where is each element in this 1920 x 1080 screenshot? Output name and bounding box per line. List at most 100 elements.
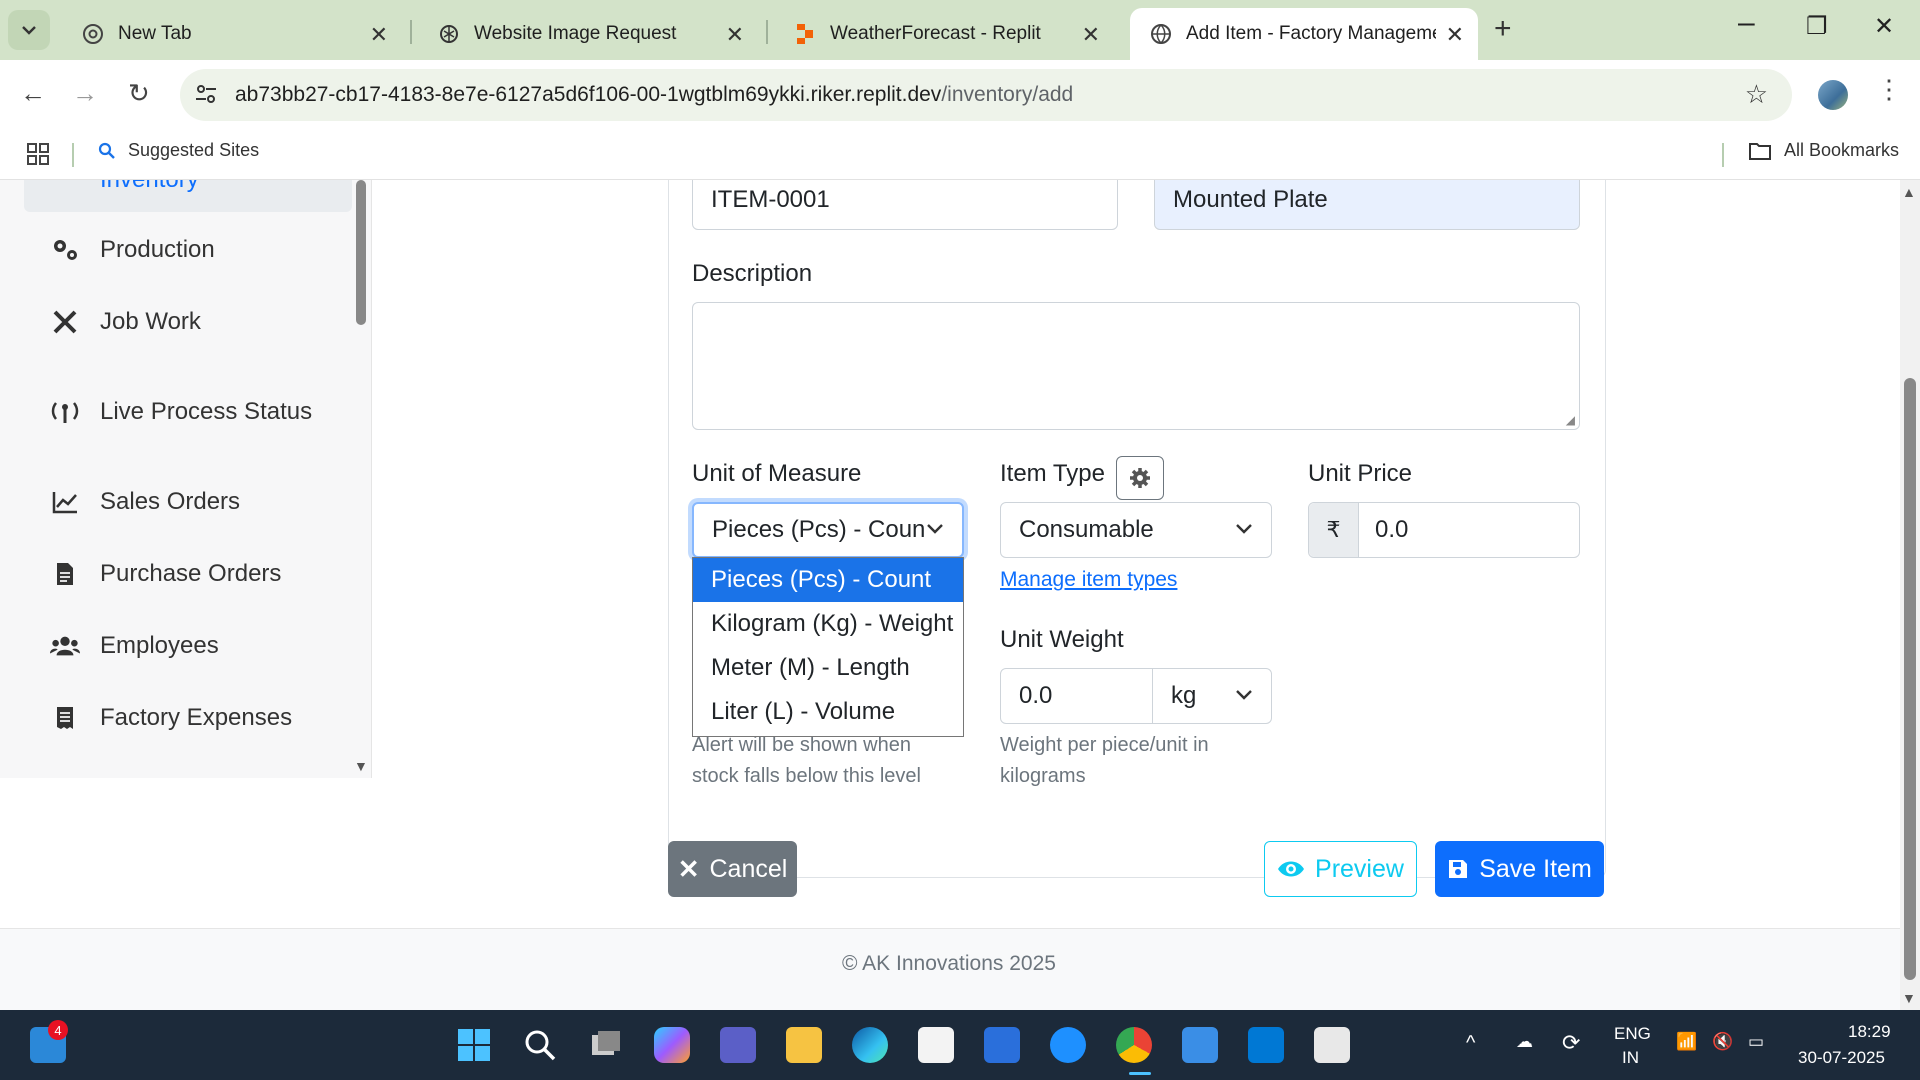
tab-website-image-request[interactable]: Website Image Request ✕ (418, 8, 758, 60)
uom-option[interactable]: Kilogram (Kg) - Weight (693, 602, 963, 646)
description-label: Description (692, 260, 813, 287)
help-icon[interactable] (1050, 1027, 1086, 1063)
cancel-button[interactable]: ✕ Cancel (668, 841, 797, 897)
sidebar-scrollbar[interactable] (356, 180, 366, 325)
unit-weight-unit-value: kg (1171, 682, 1197, 709)
sidebar-item-inventory[interactable]: Inventory (24, 180, 352, 212)
language-bottom[interactable]: IN (1622, 1048, 1639, 1068)
apps-grid-icon[interactable] (26, 142, 50, 171)
scroll-up-arrow-icon[interactable]: ▲ (1902, 184, 1916, 200)
teams-icon[interactable] (720, 1027, 756, 1063)
chevron-down-icon (1236, 690, 1252, 700)
scroll-down-arrow-icon[interactable]: ▼ (1902, 990, 1916, 1006)
windows-taskbar: 4 ^ ☁ ⟳ ENG IN 📶 🔇 ▭ 18:29 30-07-2025 (0, 1010, 1920, 1080)
search-icon (98, 142, 115, 159)
manage-item-types-link[interactable]: Manage item types (1000, 568, 1177, 592)
sidebar-item-employees[interactable]: Employees (50, 632, 219, 660)
openai-icon (438, 23, 460, 45)
currency-addon: ₹ (1309, 503, 1359, 557)
file-explorer-icon[interactable] (786, 1027, 822, 1063)
bookmark-suggested-sites[interactable]: Suggested Sites (98, 140, 259, 161)
uom-option[interactable]: Meter (M) - Length (693, 646, 963, 690)
window-close-icon[interactable]: ✕ (1874, 12, 1894, 41)
uom-option[interactable]: Liter (L) - Volume (693, 690, 963, 734)
description-textarea[interactable]: ◢ (692, 302, 1580, 430)
item-type-select[interactable]: Consumable (1000, 502, 1272, 558)
close-icon[interactable]: ✕ (1446, 22, 1464, 48)
tab-weatherforecast[interactable]: WeatherForecast - Replit ✕ (774, 8, 1114, 60)
onedrive-icon[interactable]: ☁ (1516, 1032, 1533, 1052)
clock-date[interactable]: 30-07-2025 (1798, 1048, 1885, 1068)
close-icon: ✕ (677, 853, 700, 884)
sidebar-item-sales-orders[interactable]: Sales Orders (50, 488, 240, 516)
store-icon[interactable] (918, 1027, 954, 1063)
unit-weight-group: 0.0 kg (1000, 668, 1272, 724)
bookmark-label: All Bookmarks (1784, 140, 1900, 160)
sidebar-item-label: Purchase Orders (100, 560, 282, 587)
windows-start-icon[interactable] (456, 1027, 492, 1063)
unit-price-input[interactable]: 0.0 (1359, 503, 1579, 557)
browser-menu-icon[interactable]: ⋮ (1876, 74, 1902, 105)
bookmark-star-icon[interactable]: ☆ (1745, 79, 1768, 110)
profile-avatar[interactable] (1818, 80, 1848, 110)
all-bookmarks-button[interactable]: All Bookmarks (1748, 140, 1899, 161)
clock-time[interactable]: 18:29 (1848, 1022, 1891, 1042)
remote-desktop-icon[interactable] (1182, 1027, 1218, 1063)
back-arrow-icon[interactable]: ← (20, 78, 46, 109)
wifi-icon[interactable]: 📶 (1676, 1032, 1697, 1052)
active-app-indicator (1129, 1072, 1151, 1075)
page-scrollbar-thumb[interactable] (1904, 378, 1916, 980)
uom-selected-value: Pieces (Pcs) - Coun (712, 516, 926, 543)
item-name-input[interactable]: Mounted Plate (1154, 180, 1580, 230)
search-icon[interactable] (522, 1027, 558, 1063)
minimize-icon[interactable]: – (1738, 6, 1755, 40)
task-view-icon[interactable] (588, 1027, 624, 1063)
preview-button-label: Preview (1315, 854, 1404, 883)
sidebar-item-label: Job Work (100, 308, 201, 335)
sidebar-item-label: Production (100, 236, 215, 263)
snipping-tool-icon[interactable] (1314, 1027, 1350, 1063)
close-icon[interactable]: ✕ (1082, 22, 1100, 48)
unit-weight-input[interactable]: 0.0 (1001, 669, 1153, 723)
sidebar-item-job-work[interactable]: Job Work (50, 308, 201, 336)
preview-button[interactable]: Preview (1264, 841, 1417, 897)
address-bar[interactable]: ab73bb27-cb17-4183-8e7e-6127a5d6f106-00-… (180, 69, 1792, 121)
tab-separator (410, 20, 412, 44)
close-icon[interactable]: ✕ (370, 22, 388, 48)
replit-icon (794, 23, 816, 45)
uom-select[interactable]: Pieces (Pcs) - Coun (692, 502, 964, 558)
vscode-icon[interactable] (1248, 1027, 1284, 1063)
sidebar-item-purchase-orders[interactable]: Purchase Orders (50, 560, 281, 588)
sync-icon[interactable]: ⟳ (1562, 1030, 1580, 1056)
restore-icon[interactable]: ❐ (1806, 12, 1828, 41)
battery-icon[interactable]: ▭ (1748, 1032, 1764, 1052)
unit-weight-unit-select[interactable]: kg (1153, 669, 1271, 723)
sidebar-item-live-process-status[interactable]: Live Process Status (50, 398, 312, 426)
copyright-text: © AK Innovations 2025 (842, 952, 1056, 975)
save-item-button[interactable]: Save Item (1435, 841, 1604, 897)
myhp-icon[interactable] (984, 1027, 1020, 1063)
edge-icon[interactable] (852, 1027, 888, 1063)
footer: © AK Innovations 2025 (0, 929, 1900, 1010)
tab-new-tab[interactable]: New Tab ✕ (62, 8, 402, 60)
scroll-down-arrow-icon[interactable]: ▼ (354, 758, 368, 774)
uom-option[interactable]: Pieces (Pcs) - Count (693, 558, 963, 602)
resize-handle-icon[interactable]: ◢ (1566, 413, 1575, 427)
site-info-icon[interactable] (194, 82, 218, 111)
new-tab-button[interactable]: + (1494, 12, 1512, 46)
item-code-input[interactable]: ITEM-0001 (692, 180, 1118, 230)
sidebar-item-production[interactable]: Production (50, 236, 215, 264)
tab-add-item[interactable]: Add Item - Factory Managemen ✕ (1130, 8, 1478, 60)
mute-icon[interactable]: 🔇 (1712, 1032, 1733, 1052)
chevron-up-icon[interactable]: ^ (1466, 1032, 1475, 1055)
item-type-settings-button[interactable] (1116, 456, 1164, 500)
item-type-value: Consumable (1019, 516, 1154, 543)
close-icon[interactable]: ✕ (726, 22, 744, 48)
sidebar-item-factory-expenses[interactable]: Factory Expenses (50, 704, 292, 732)
tab-search-button[interactable] (8, 10, 50, 50)
copilot-icon[interactable] (654, 1027, 690, 1063)
language-top[interactable]: ENG (1614, 1024, 1651, 1044)
chrome-icon[interactable] (1116, 1027, 1152, 1063)
forward-arrow-icon[interactable]: → (72, 78, 98, 109)
reload-icon[interactable]: ↻ (128, 78, 150, 109)
